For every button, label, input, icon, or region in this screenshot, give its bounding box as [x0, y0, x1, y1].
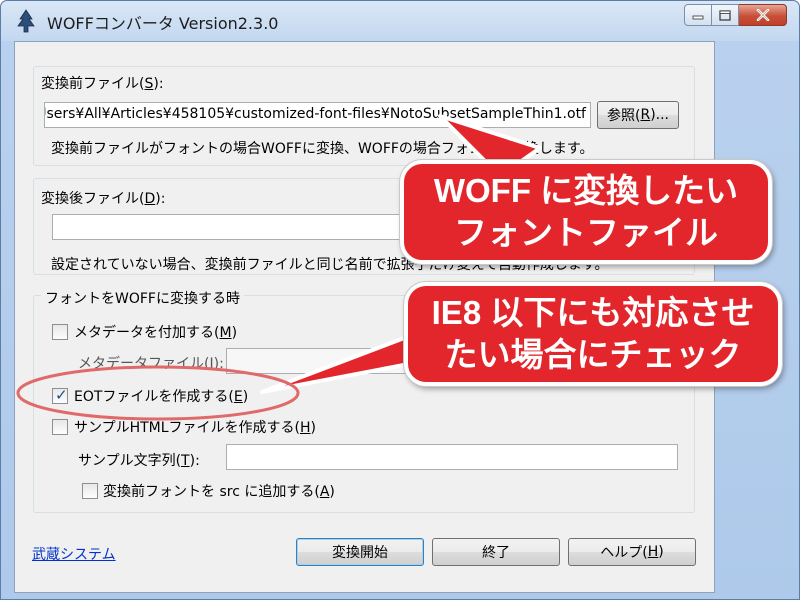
eot-checkbox[interactable]: ✓ [52, 386, 68, 404]
start-conversion-button[interactable]: 変換開始 [296, 538, 424, 566]
source-file-input[interactable]: C:¥Users¥All¥Articles¥458105¥customized-… [44, 102, 591, 128]
close-icon [756, 9, 769, 21]
metadata-checkbox-label[interactable]: メタデータを付加する(M) [74, 322, 237, 342]
sample-text-label: サンプル文字列(T): [78, 453, 200, 469]
callout-ie8-check-line1: IE8 以下にも対応させ [431, 294, 755, 331]
target-file-label: 変換後ファイル(D): [41, 191, 166, 207]
sample-html-checkbox[interactable] [52, 419, 68, 435]
metadata-checkbox[interactable] [52, 324, 68, 340]
add-src-checkbox[interactable] [82, 483, 98, 499]
musashi-system-link[interactable]: 武蔵システム [32, 544, 116, 564]
caption-buttons [684, 4, 787, 26]
app-icon [17, 9, 35, 33]
title-bar[interactable]: WOFFコンバータ Version2.3.0 [1, 1, 799, 41]
woff-options-label: フォントをWOFFに変換する時 [41, 288, 244, 308]
add-src-checkbox-label[interactable]: 変換前フォントを src に追加する(A) [103, 481, 335, 501]
maximize-icon [719, 9, 731, 21]
eot-checkbox-label[interactable]: EOTファイルを作成する(E) [74, 386, 248, 406]
source-file-label: 変換前ファイル(S): [41, 76, 164, 92]
callout-woff-source-line2: フォントファイル [454, 214, 718, 251]
callout-ie8-check: IE8 以下にも対応させ たい場合にチェック [404, 282, 782, 386]
maximize-button[interactable] [712, 4, 739, 26]
minimize-button[interactable] [684, 4, 712, 26]
callout-ie8-check-line2: たい場合にチェック [444, 336, 742, 373]
metadata-file-label: メタデータファイル(I): [78, 356, 224, 372]
callout-woff-source-line1: WOFF に変換したい [433, 172, 739, 209]
sample-text-input[interactable] [226, 444, 678, 470]
browse-button[interactable]: 参照(R)... [597, 101, 679, 129]
source-hint: 変換前ファイルがフォントの場合WOFFに変換、WOFFの場合フォントに変換します… [51, 141, 594, 157]
minimize-icon [692, 15, 704, 20]
sample-html-checkbox-label[interactable]: サンプルHTMLファイルを作成する(H) [74, 417, 316, 437]
callout-woff-source: WOFF に変換したい フォントファイル [400, 160, 772, 264]
help-button[interactable]: ヘルプ(H) [568, 538, 696, 566]
close-window-button[interactable] [739, 4, 787, 26]
checkmark-icon: ✓ [55, 386, 68, 404]
exit-button[interactable]: 終了 [432, 538, 560, 566]
window-title: WOFFコンバータ Version2.3.0 [47, 14, 279, 33]
